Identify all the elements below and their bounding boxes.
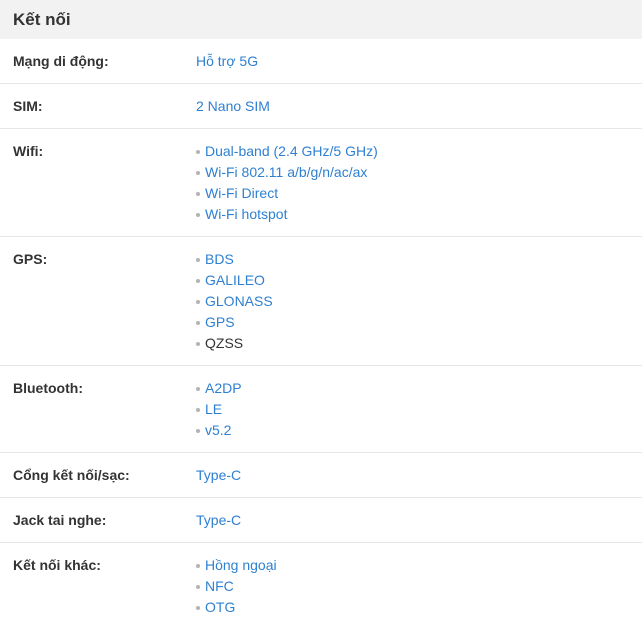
spec-value-item[interactable]: LE <box>196 399 642 420</box>
spec-row-charging-port: Cổng kết nối/sạc: Type-C <box>0 453 642 498</box>
bullet-icon <box>196 170 200 175</box>
spec-label: SIM: <box>13 98 43 114</box>
spec-value-item: QZSS <box>196 333 642 354</box>
spec-values: 2 Nano SIM <box>196 96 642 117</box>
spec-row-sim: SIM: 2 Nano SIM <box>0 84 642 129</box>
spec-values: Dual-band (2.4 GHz/5 GHz) Wi-Fi 802.11 a… <box>196 141 642 225</box>
spec-values: Type-C <box>196 465 642 486</box>
spec-value-link[interactable]: Dual-band (2.4 GHz/5 GHz) <box>205 141 378 162</box>
spec-value-link[interactable]: GALILEO <box>205 270 265 291</box>
bullet-icon <box>196 278 200 283</box>
spec-value-link[interactable]: BDS <box>205 249 234 270</box>
spec-value-link[interactable]: Wi-Fi hotspot <box>205 204 287 225</box>
spec-value-link[interactable]: Type-C <box>196 465 642 486</box>
spec-values: BDS GALILEO GLONASS GPS QZSS <box>196 249 642 354</box>
spec-value-link[interactable]: OTG <box>205 597 235 618</box>
spec-row-bluetooth: Bluetooth: A2DP LE v5.2 <box>0 366 642 453</box>
spec-value-link[interactable]: A2DP <box>205 378 242 399</box>
bullet-icon <box>196 191 200 196</box>
bullet-icon <box>196 212 200 217</box>
spec-value-item[interactable]: Hồng ngoại <box>196 555 642 576</box>
spec-value-item[interactable]: Wi-Fi 802.11 a/b/g/n/ac/ax <box>196 162 642 183</box>
spec-label: Mạng di động: <box>13 53 109 69</box>
spec-values: Hồng ngoại NFC OTG <box>196 555 642 618</box>
spec-row-mobile-network: Mạng di động: Hỗ trợ 5G <box>0 39 642 84</box>
bullet-icon <box>196 605 200 610</box>
spec-value-item[interactable]: Wi-Fi Direct <box>196 183 642 204</box>
bullet-icon <box>196 257 200 262</box>
spec-label: Cổng kết nối/sạc: <box>13 467 130 483</box>
spec-label: Jack tai nghe: <box>13 512 107 528</box>
bullet-icon <box>196 149 200 154</box>
spec-label: Wifi: <box>13 143 44 159</box>
spec-value-link[interactable]: GLONASS <box>205 291 273 312</box>
spec-values: Hỗ trợ 5G <box>196 51 642 72</box>
spec-value-item[interactable]: BDS <box>196 249 642 270</box>
bullet-icon <box>196 584 200 589</box>
spec-value-item[interactable]: A2DP <box>196 378 642 399</box>
spec-value-item[interactable]: v5.2 <box>196 420 642 441</box>
connectivity-section: Kết nối Mạng di động: Hỗ trợ 5G SIM: 2 N… <box>0 0 642 629</box>
spec-label: GPS: <box>13 251 48 267</box>
spec-value-text: QZSS <box>205 335 244 351</box>
spec-label: Kết nối khác: <box>13 557 101 573</box>
spec-value-link[interactable]: Type-C <box>196 510 642 531</box>
spec-value-link[interactable]: Wi-Fi Direct <box>205 183 278 204</box>
bullet-icon <box>196 341 200 346</box>
spec-value-link[interactable]: v5.2 <box>205 420 231 441</box>
spec-value-item[interactable]: NFC <box>196 576 642 597</box>
section-title: Kết nối <box>0 0 642 39</box>
spec-value-item[interactable]: GPS <box>196 312 642 333</box>
bullet-icon <box>196 407 200 412</box>
spec-value-link[interactable]: Hồng ngoại <box>205 555 277 576</box>
spec-value-item[interactable]: Wi-Fi hotspot <box>196 204 642 225</box>
bullet-icon <box>196 563 200 568</box>
spec-value-item[interactable]: OTG <box>196 597 642 618</box>
spec-value-link[interactable]: Wi-Fi 802.11 a/b/g/n/ac/ax <box>205 162 367 183</box>
spec-value-link[interactable]: Hỗ trợ 5G <box>196 51 642 72</box>
spec-row-other-connectivity: Kết nối khác: Hồng ngoại NFC OTG <box>0 543 642 629</box>
spec-values: Type-C <box>196 510 642 531</box>
spec-row-headphone-jack: Jack tai nghe: Type-C <box>0 498 642 543</box>
spec-row-wifi: Wifi: Dual-band (2.4 GHz/5 GHz) Wi-Fi 80… <box>0 129 642 237</box>
bullet-icon <box>196 299 200 304</box>
spec-value-link[interactable]: LE <box>205 399 222 420</box>
bullet-icon <box>196 320 200 325</box>
bullet-icon <box>196 386 200 391</box>
spec-value-item[interactable]: GLONASS <box>196 291 642 312</box>
bullet-icon <box>196 428 200 433</box>
spec-value-link[interactable]: GPS <box>205 312 235 333</box>
spec-value-item[interactable]: Dual-band (2.4 GHz/5 GHz) <box>196 141 642 162</box>
spec-value-link[interactable]: NFC <box>205 576 234 597</box>
spec-value-link[interactable]: 2 Nano SIM <box>196 96 642 117</box>
spec-row-gps: GPS: BDS GALILEO GLONASS GPS QZSS <box>0 237 642 366</box>
spec-values: A2DP LE v5.2 <box>196 378 642 441</box>
spec-label: Bluetooth: <box>13 380 83 396</box>
spec-value-item[interactable]: GALILEO <box>196 270 642 291</box>
